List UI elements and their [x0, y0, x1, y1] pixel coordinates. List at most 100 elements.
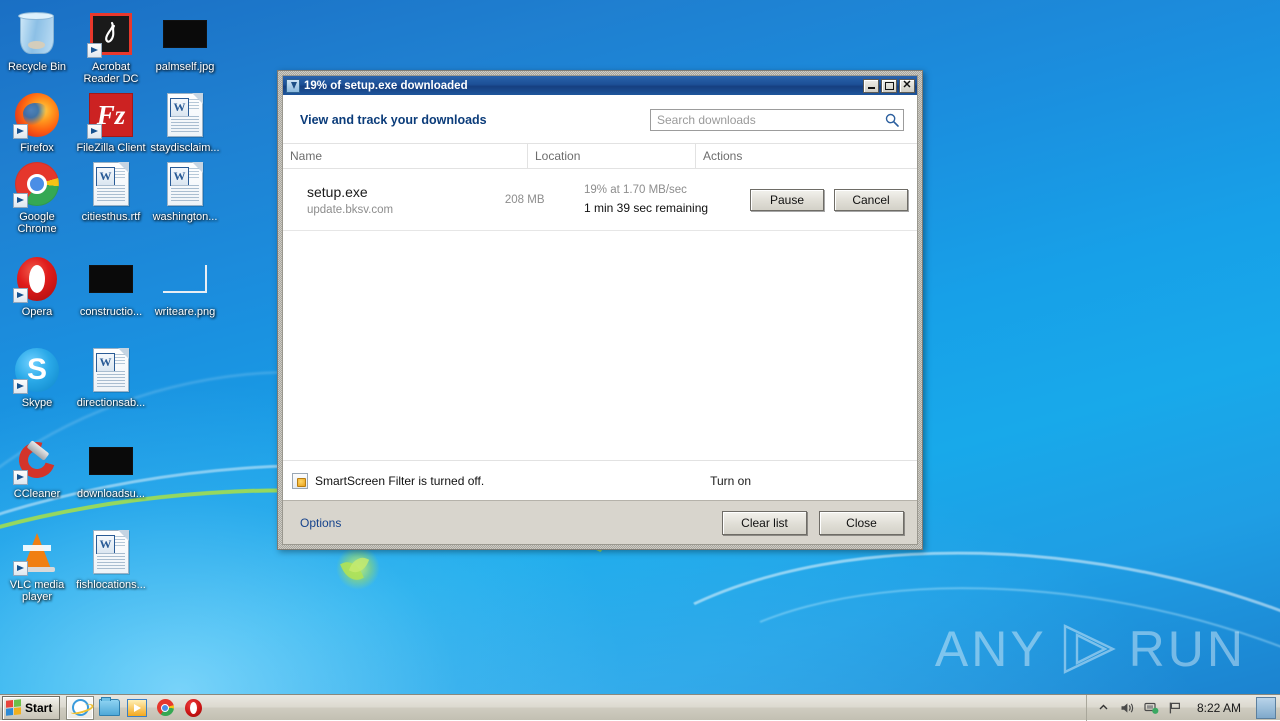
- firefox-icon: [13, 91, 61, 139]
- desktop-icon-constructio[interactable]: constructio...: [74, 249, 148, 318]
- desktop-icon-opera[interactable]: Opera: [0, 249, 74, 318]
- desktop-icon-label: VLC media player: [0, 579, 74, 603]
- filezilla-icon: Fz: [87, 91, 135, 139]
- start-button-label: Start: [25, 701, 52, 715]
- icon-row: Firefox Fz FileZilla Client W staydiscla…: [0, 85, 232, 154]
- column-header-location[interactable]: Location: [528, 144, 696, 168]
- search-input[interactable]: [651, 110, 881, 130]
- desktop-icon-empty: [148, 522, 222, 603]
- shortcut-overlay-icon: [13, 193, 28, 208]
- shortcut-overlay-icon: [13, 561, 28, 576]
- minimize-button[interactable]: [863, 79, 879, 93]
- window-controls: ✕: [863, 79, 915, 93]
- maximize-button[interactable]: [881, 79, 897, 93]
- smartscreen-shield-icon: [292, 473, 308, 489]
- desktop-icon-firefox[interactable]: Firefox: [0, 85, 74, 154]
- taskbar-opera[interactable]: [180, 697, 206, 719]
- download-progress-cell: 19% at 1.70 MB/sec 1 min 39 sec remainin…: [584, 184, 750, 215]
- opera-icon: [185, 699, 202, 717]
- download-row[interactable]: setup.exe update.bksv.com 208 MB 19% at …: [283, 169, 917, 231]
- taskbar-internet-explorer[interactable]: [66, 696, 94, 720]
- watermark-text-run: RUN: [1129, 620, 1246, 678]
- acrobat-reader-icon: [87, 10, 135, 58]
- desktop-icon-vlc-media-player[interactable]: VLC media player: [0, 522, 74, 603]
- desktop-icon-washington[interactable]: W washington...: [148, 154, 222, 235]
- taskbar-chrome[interactable]: [152, 697, 178, 719]
- smartscreen-turn-on-link[interactable]: Turn on: [710, 474, 751, 488]
- desktop-icon-label: Google Chrome: [0, 211, 74, 235]
- downloads-column-headers: Name Location Actions: [283, 143, 917, 169]
- desktop-icon-label: Opera: [22, 306, 53, 318]
- desktop-icon-fishlocations[interactable]: W fishlocations...: [74, 522, 148, 603]
- pause-button[interactable]: Pause: [750, 189, 824, 211]
- smartscreen-message: SmartScreen Filter is turned off.: [315, 474, 484, 488]
- desktop-icon-label: palmself.jpg: [156, 61, 215, 73]
- desktop-icon-citiesthus-rtf[interactable]: W citiesthus.rtf: [74, 154, 148, 235]
- taskbar-media-player[interactable]: [124, 697, 150, 719]
- recycle-bin-icon: [13, 10, 61, 58]
- anyrun-watermark: ANY RUN: [935, 620, 1246, 678]
- word-document-icon: W: [161, 91, 209, 139]
- downloads-window[interactable]: 19% of setup.exe downloaded ✕ View and t…: [277, 70, 923, 550]
- desktop-icon-empty: [148, 431, 222, 500]
- shortcut-overlay-icon: [87, 43, 102, 58]
- image-file-icon: [87, 255, 135, 303]
- start-button[interactable]: Start: [2, 696, 60, 720]
- taskbar-windows-explorer[interactable]: [96, 697, 122, 719]
- smartscreen-status-bar: SmartScreen Filter is turned off. Turn o…: [283, 460, 917, 500]
- chrome-icon: [157, 699, 174, 716]
- taskbar: Start: [0, 694, 1280, 720]
- word-document-icon: W: [87, 528, 135, 576]
- volume-icon[interactable]: [1119, 699, 1136, 716]
- desktop-icon-label: writeare.png: [155, 306, 216, 318]
- desktop-icon-label: FileZilla Client: [76, 142, 145, 154]
- search-box[interactable]: [650, 109, 904, 131]
- desktop-icon-palmself-jpg[interactable]: palmself.jpg: [148, 4, 222, 85]
- desktop-icon-downloadsu[interactable]: downloadsu...: [74, 431, 148, 500]
- cancel-button[interactable]: Cancel: [834, 189, 908, 211]
- shortcut-overlay-icon: [13, 124, 28, 139]
- show-desktop-button[interactable]: [1256, 697, 1276, 719]
- network-icon[interactable]: [1143, 699, 1160, 716]
- word-document-icon: W: [87, 346, 135, 394]
- icon-row: VLC media player W fishlocations...: [0, 522, 232, 603]
- desktop-icon-recycle-bin[interactable]: Recycle Bin: [0, 4, 74, 85]
- close-dialog-button[interactable]: Close: [819, 511, 904, 535]
- desktop-icon-label: fishlocations...: [76, 579, 146, 591]
- desktop-icon-google-chrome[interactable]: Google Chrome: [0, 154, 74, 235]
- page-title: View and track your downloads: [300, 113, 487, 127]
- desktop-icon-label: constructio...: [80, 306, 142, 318]
- shortcut-overlay-icon: [13, 288, 28, 303]
- desktop-icon-grid: Recycle Bin Acrobat Reader DC palmself.j…: [0, 4, 232, 603]
- chrome-icon: [13, 160, 61, 208]
- desktop-icon-filezilla-client[interactable]: Fz FileZilla Client: [74, 85, 148, 154]
- downloads-list[interactable]: setup.exe update.bksv.com 208 MB 19% at …: [283, 169, 917, 460]
- column-header-actions[interactable]: Actions: [696, 144, 917, 168]
- download-time-remaining: 1 min 39 sec remaining: [584, 201, 750, 215]
- desktop-icon-label: Firefox: [20, 142, 54, 154]
- desktop-icon-ccleaner[interactable]: CCleaner: [0, 431, 74, 500]
- action-center-flag-icon[interactable]: [1167, 699, 1184, 716]
- icon-row: Recycle Bin Acrobat Reader DC palmself.j…: [0, 4, 232, 85]
- desktop-icon-writeare-png[interactable]: writeare.png: [148, 249, 222, 318]
- desktop-icon-staydisclaim[interactable]: W staydisclaim...: [148, 85, 222, 154]
- internet-explorer-icon: [72, 699, 89, 716]
- window-title: 19% of setup.exe downloaded: [304, 80, 863, 92]
- search-icon[interactable]: [881, 113, 903, 127]
- footer-buttons: Clear list Close: [722, 511, 904, 535]
- desktop-icon-label: Recycle Bin: [8, 61, 66, 73]
- clear-list-button[interactable]: Clear list: [722, 511, 807, 535]
- column-header-name[interactable]: Name: [283, 144, 528, 168]
- desktop-background[interactable]: Recycle Bin Acrobat Reader DC palmself.j…: [0, 0, 1280, 720]
- taskbar-clock[interactable]: 8:22 AM: [1191, 701, 1247, 715]
- options-link[interactable]: Options: [300, 516, 341, 530]
- window-titlebar[interactable]: 19% of setup.exe downloaded ✕: [283, 76, 917, 95]
- desktop-icon-directionsab[interactable]: W directionsab...: [74, 340, 148, 409]
- show-hidden-icons-icon[interactable]: [1095, 699, 1112, 716]
- desktop-icon-label: citiesthus.rtf: [82, 211, 141, 223]
- desktop-icon-skype[interactable]: S Skype: [0, 340, 74, 409]
- watermark-text-any: ANY: [935, 620, 1047, 678]
- desktop-icon-acrobat-reader-dc[interactable]: Acrobat Reader DC: [74, 4, 148, 85]
- skype-icon: S: [13, 346, 61, 394]
- close-button[interactable]: ✕: [899, 79, 915, 93]
